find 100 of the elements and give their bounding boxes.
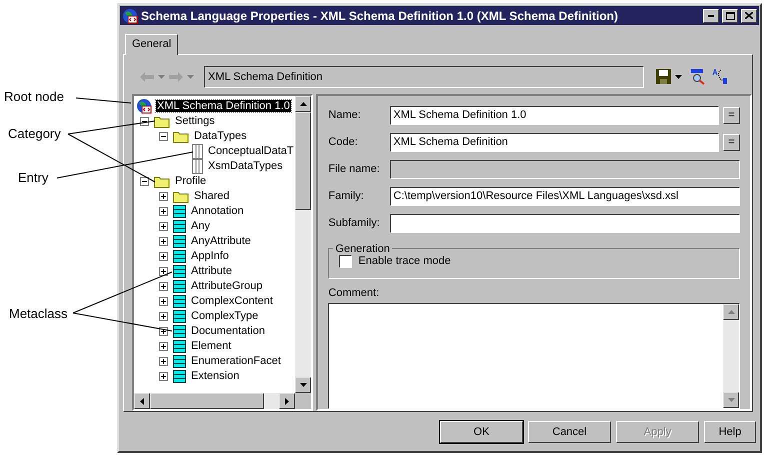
dialog-button[interactable]: OK (440, 421, 523, 443)
equals-button[interactable]: = (723, 106, 740, 124)
tree-item-label[interactable]: AttributeGroup (190, 280, 264, 292)
plus-icon (160, 208, 167, 215)
metaclass-icon (173, 250, 186, 263)
expand-toggle[interactable] (159, 252, 168, 261)
expand-toggle[interactable] (159, 266, 168, 276)
entry-icon (192, 158, 203, 174)
tree-item-label[interactable]: Profile (174, 175, 208, 188)
field-label: Comment: (328, 286, 380, 299)
minimize-icon (708, 14, 714, 16)
tree-item-label[interactable]: ConceptualDataT (207, 145, 295, 158)
callout-label: Category (8, 126, 61, 141)
tree-item-label[interactable]: Shared (193, 190, 230, 202)
entry-icon (192, 144, 203, 159)
expand-toggle[interactable] (159, 282, 168, 291)
caret-icon (158, 74, 165, 79)
collapse-toggle[interactable] (159, 132, 168, 141)
tree-item-label[interactable]: Annotation (190, 205, 245, 218)
field-label: File name: (328, 163, 381, 176)
scroll-up-button[interactable] (295, 96, 312, 112)
tree-item-label[interactable]: ComplexContent (190, 295, 274, 308)
minimize-button[interactable] (703, 8, 719, 22)
plus-icon (160, 328, 167, 335)
down-arrow-icon (300, 383, 307, 387)
close-icon (745, 12, 753, 19)
scrollbar-thumb[interactable] (295, 112, 312, 210)
tree-item-label[interactable]: XsmDataTypes (207, 160, 284, 172)
expand-toggle[interactable] (159, 192, 168, 201)
checkbox[interactable] (339, 254, 352, 268)
scroll-up-button[interactable] (723, 304, 739, 320)
globe-icon (122, 8, 138, 24)
metaclass-icon (173, 310, 186, 323)
close-button[interactable] (741, 8, 757, 22)
scrollbar-thumb[interactable] (150, 393, 264, 409)
tree-item-label[interactable]: Attribute (190, 265, 233, 278)
up-arrow-icon (300, 102, 307, 106)
field-label: Family: (328, 190, 365, 202)
plus-icon (160, 268, 167, 275)
maximize-button[interactable] (722, 8, 738, 22)
tree-item-label[interactable]: Documentation (190, 325, 266, 338)
save-icon[interactable] (656, 69, 671, 84)
tree-item-label[interactable]: Any (190, 220, 211, 232)
expand-toggle[interactable] (159, 356, 168, 366)
expand-toggle[interactable] (159, 312, 168, 321)
comment-field[interactable] (328, 302, 740, 409)
plus-icon (160, 342, 167, 350)
expand-toggle[interactable] (159, 236, 168, 246)
tree-item-label[interactable]: ComplexType (190, 310, 260, 322)
dialog-button[interactable]: Help (704, 421, 756, 443)
expand-toggle[interactable] (159, 372, 168, 381)
metaclass-icon (173, 264, 186, 278)
tree-item-label[interactable]: XML Schema Definition 1.0 (156, 100, 291, 112)
tree-item-label[interactable]: EnumerationFacet (190, 355, 282, 368)
metaclass-icon (173, 280, 186, 293)
input-field[interactable] (390, 214, 740, 233)
expand-toggle[interactable] (159, 222, 168, 231)
caret-icon (187, 74, 194, 79)
scroll-right-button[interactable] (279, 393, 296, 409)
metaclass-icon (173, 294, 186, 308)
folder-icon (173, 190, 189, 203)
spell-check-icon[interactable] (690, 68, 706, 85)
collapse-toggle[interactable] (140, 176, 149, 186)
path-field[interactable]: XML Schema Definition (204, 66, 644, 88)
vertical-scrollbar[interactable] (723, 304, 739, 408)
tree-item-label[interactable]: DataTypes (193, 130, 248, 142)
scrollbar-corner (295, 393, 312, 409)
scroll-down-button[interactable] (295, 377, 312, 393)
tree-item-label[interactable]: Extension (190, 370, 240, 382)
scroll-left-button[interactable] (134, 393, 150, 409)
input-field[interactable]: C:\temp\version10\Resource Files\XML Languages\xsd.xsl (390, 186, 740, 206)
plus-icon (160, 372, 167, 380)
scroll-down-button[interactable] (723, 392, 739, 408)
equals-button[interactable]: = (723, 134, 740, 151)
window-title: Schema Language Properties - XML Schema Definition 1.0 (XML Schema Definition) (141, 8, 619, 22)
metaclass-icon (173, 370, 186, 383)
expand-toggle[interactable] (159, 296, 168, 306)
tree-item-label[interactable]: AnyAttribute (190, 235, 252, 248)
plus-icon (160, 298, 167, 305)
input-field[interactable]: XML Schema Definition (390, 132, 719, 152)
horizontal-scrollbar[interactable] (134, 393, 296, 409)
tree-item-label[interactable]: Element (190, 340, 232, 352)
plus-icon (160, 238, 167, 245)
expand-toggle[interactable] (159, 206, 168, 216)
replace-icon[interactable] (712, 68, 728, 85)
folder-icon (154, 114, 170, 128)
plus-icon (160, 282, 167, 290)
plus-icon (160, 312, 167, 320)
folder-icon (173, 130, 189, 143)
tree-item-label[interactable]: Settings (174, 115, 216, 128)
metaclass-icon (173, 340, 186, 353)
checkbox-label[interactable]: Enable trace mode (358, 255, 451, 268)
metaclass-icon (173, 204, 186, 218)
dialog-button[interactable]: Cancel (528, 421, 611, 443)
expand-toggle[interactable] (159, 342, 168, 351)
right-arrow-icon (285, 398, 290, 404)
tree-item-label[interactable]: AppInfo (190, 250, 230, 262)
tab[interactable]: General (125, 34, 178, 55)
input-field[interactable]: XML Schema Definition 1.0 (390, 106, 719, 125)
vertical-scrollbar[interactable] (295, 96, 312, 393)
